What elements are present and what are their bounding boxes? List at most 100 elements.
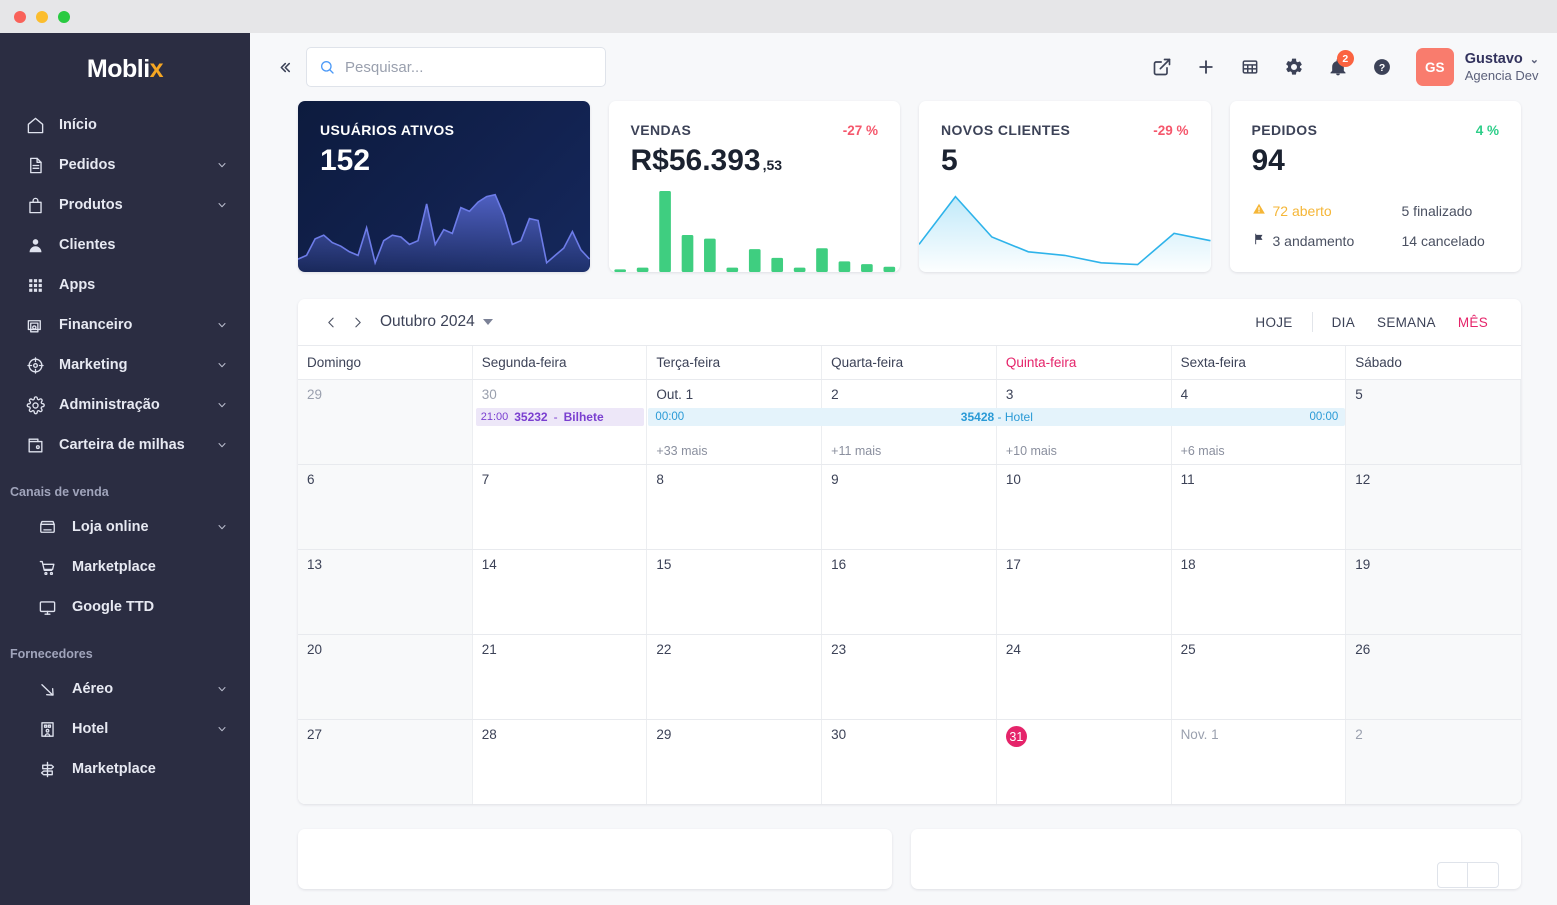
plus-icon[interactable] [1184, 45, 1228, 89]
search-input[interactable] [345, 59, 593, 76]
sidebar-item-hotel[interactable]: Hotel [0, 709, 250, 749]
brand-logo-text: Moblix [87, 55, 163, 84]
window-minimize-button[interactable] [36, 11, 48, 23]
chevron-down-icon[interactable] [216, 399, 228, 411]
search-box[interactable] [306, 47, 606, 87]
sidebar-item-label: Pedidos [59, 157, 216, 173]
calendar-day-cell[interactable]: 7 [473, 465, 648, 549]
sidebar-item-marketplace[interactable]: Marketplace [0, 749, 250, 789]
sidebar-item-in-cio[interactable]: Início [0, 105, 250, 145]
calendar-more-link[interactable]: +11 mais [831, 444, 881, 458]
calendar-day-cell[interactable]: 27 [298, 720, 473, 804]
calendar-day-cell[interactable]: 30 [822, 720, 997, 804]
sidebar-item-marketplace[interactable]: Marketplace [0, 547, 250, 587]
calendar-today-button[interactable]: HOJE [1244, 311, 1303, 334]
sidebar-item-financeiro[interactable]: Financeiro [0, 305, 250, 345]
calendar-view-mes[interactable]: MÊS [1447, 311, 1499, 334]
sidebar-item-label: Marketplace [72, 761, 228, 777]
calendar-month-selector[interactable]: Outubro 2024 [380, 313, 493, 331]
window-close-button[interactable] [14, 11, 26, 23]
calendar-day-cell[interactable]: Nov. 1 [1172, 720, 1347, 804]
chevron-down-icon[interactable] [216, 159, 228, 171]
calendar-day-number: 30 [482, 387, 497, 402]
window-maximize-button[interactable] [58, 11, 70, 23]
sidebar-item-apps[interactable]: Apps [0, 265, 250, 305]
calendar-day-cell[interactable]: 25 [1172, 635, 1347, 719]
chevron-left-icon[interactable] [1437, 862, 1468, 888]
calendar-day-number: 3 [1006, 387, 1014, 402]
chevron-down-icon[interactable] [216, 319, 228, 331]
calendar-day-number: 18 [1181, 557, 1196, 572]
calendar-weekday: Sábado [1346, 346, 1521, 379]
calendar-day-cell[interactable]: 26 [1346, 635, 1521, 719]
calendar-more-link[interactable]: +6 mais [1181, 444, 1225, 458]
kpi-card-pedidos[interactable]: PEDIDOS4 %9472 aberto5 finalizado3 andam… [1230, 101, 1522, 272]
calendar-day-cell[interactable]: 18 [1172, 550, 1347, 634]
sidebar-item-google-ttd[interactable]: Google TTD [0, 587, 250, 627]
help-icon[interactable]: ? [1360, 45, 1404, 89]
calendar-day-cell[interactable]: 6 [298, 465, 473, 549]
calendar-day-cell[interactable]: 21 [473, 635, 648, 719]
calendar-day-cell[interactable]: 19 [1346, 550, 1521, 634]
chevron-down-icon[interactable] [216, 359, 228, 371]
calendar-day-cell[interactable]: 22 [647, 635, 822, 719]
calendar-day-cell[interactable]: 2 [1346, 720, 1521, 804]
calendar-more-link[interactable]: +33 mais [656, 444, 707, 458]
sidebar-item-loja-online[interactable]: Loja online [0, 507, 250, 547]
calendar-view-semana[interactable]: SEMANA [1366, 311, 1447, 334]
calendar-day-number: 15 [656, 557, 671, 572]
calendar-event-bilhete[interactable]: 21:0035232-Bilhete [476, 408, 645, 426]
calendar-day-cell[interactable]: 5 [1346, 380, 1521, 464]
calendar-view-dia[interactable]: DIA [1321, 311, 1366, 334]
sidebar-item-marketing[interactable]: Marketing [0, 345, 250, 385]
calendar-day-cell[interactable]: 31 [997, 720, 1172, 804]
sidebar-item-produtos[interactable]: Produtos [0, 185, 250, 225]
pedidos-stat-label: 3 andamento [1273, 233, 1355, 249]
calendar-day-cell[interactable]: 24 [997, 635, 1172, 719]
sidebar-item-administra-o[interactable]: Administração [0, 385, 250, 425]
calendar-day-cell[interactable]: 17 [997, 550, 1172, 634]
kpi-card-novos-clientes[interactable]: NOVOS CLIENTES-29 %5 [919, 101, 1211, 272]
sidebar-item-clientes[interactable]: Clientes [0, 225, 250, 265]
sidebar-item-pedidos[interactable]: Pedidos [0, 145, 250, 185]
sidebar-item-a-reo[interactable]: Aéreo [0, 669, 250, 709]
calendar-next-button[interactable] [344, 309, 370, 335]
calendar-day-cell[interactable]: 11 [1172, 465, 1347, 549]
calendar-day-cell[interactable]: 9 [822, 465, 997, 549]
calendar-day-cell[interactable]: 8 [647, 465, 822, 549]
calendar-prev-button[interactable] [318, 309, 344, 335]
calendar-day-cell[interactable]: 28 [473, 720, 648, 804]
calendar-week-row: 2930Out. 1+33 mais2+11 mais3+10 mais4+6 … [298, 379, 1521, 464]
calendar-day-cell[interactable]: 15 [647, 550, 822, 634]
brand-logo[interactable]: Moblix [0, 33, 250, 105]
sidebar-collapse-icon[interactable] [272, 55, 296, 79]
calendar-day-cell[interactable]: 16 [822, 550, 997, 634]
chevron-down-icon[interactable] [216, 723, 228, 735]
calendar-day-cell[interactable]: 20 [298, 635, 473, 719]
chevron-down-icon[interactable] [216, 683, 228, 695]
calendar-more-link[interactable]: +10 mais [1006, 444, 1057, 458]
chevron-right-icon[interactable] [1468, 862, 1499, 888]
bell-icon[interactable]: 2 [1316, 45, 1360, 89]
sidebar-item-carteira-de-milhas[interactable]: Carteira de milhas [0, 425, 250, 465]
chevron-down-icon[interactable] [216, 439, 228, 451]
calendar-day-cell[interactable]: 29 [298, 380, 473, 464]
calendar-day-cell[interactable]: 10 [997, 465, 1172, 549]
kpi-card-vendas[interactable]: VENDAS-27 %R$56.393,53 [609, 101, 901, 272]
calendar-day-cell[interactable]: 29 [647, 720, 822, 804]
chevron-down-icon[interactable] [216, 521, 228, 533]
calendar-day-cell[interactable]: 13 [298, 550, 473, 634]
external-link-icon[interactable] [1140, 45, 1184, 89]
user-menu[interactable]: GS Gustavo⌄ Agencia Dev [1416, 48, 1539, 86]
calendar-day-cell[interactable]: 12 [1346, 465, 1521, 549]
chevron-down-icon[interactable] [216, 199, 228, 211]
calendar-day-cell[interactable]: 14 [473, 550, 648, 634]
kpi-value: 94 [1252, 144, 1285, 177]
calendar-event-hotel[interactable]: 00:0035428 - Hotel00:00 [648, 408, 1345, 426]
gear-icon[interactable] [1272, 45, 1316, 89]
table-icon[interactable] [1228, 45, 1272, 89]
bag-icon [24, 194, 46, 216]
calendar-day-cell[interactable]: 23 [822, 635, 997, 719]
calendar-day-number: 27 [307, 727, 322, 742]
kpi-card-usu-rios-ativos[interactable]: USUÁRIOS ATIVOS152 [298, 101, 590, 272]
